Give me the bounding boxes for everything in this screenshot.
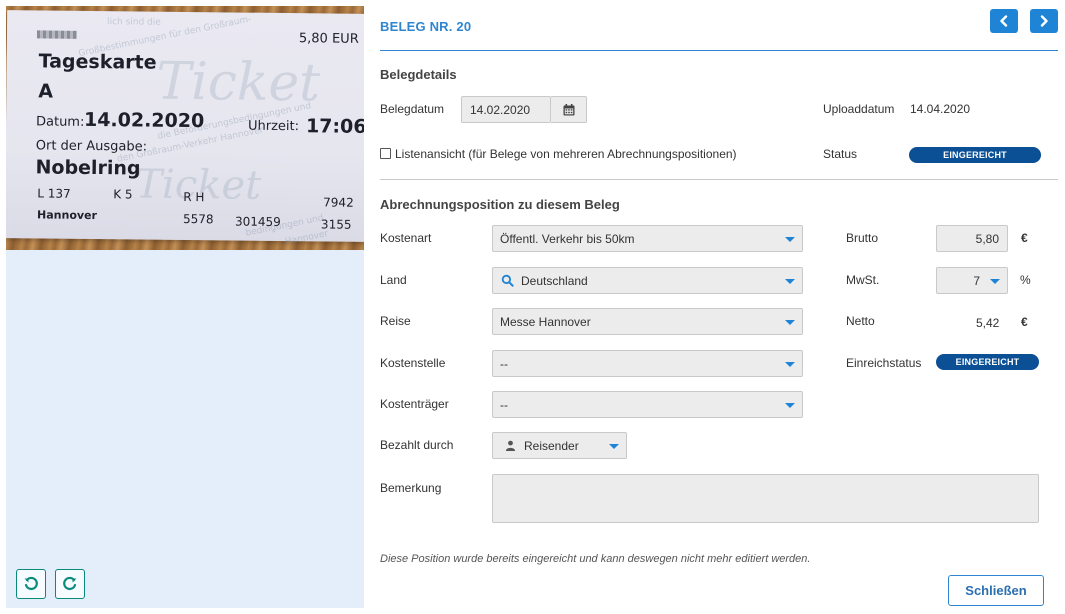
reise-label: Reise — [380, 314, 411, 328]
kostentraeger-value: -- — [500, 397, 508, 412]
mwst-percent: % — [1020, 273, 1031, 287]
mwst-select[interactable]: 7 — [936, 267, 1008, 294]
receipt-form-pane: BELEG NR. 20 Belegdetails Belegdatum 14.… — [380, 0, 1058, 614]
bemerkung-textarea[interactable] — [492, 474, 1039, 523]
rotate-left-button[interactable] — [16, 569, 46, 599]
status-badge: EINGEREICHT — [909, 147, 1041, 163]
kostentraeger-label: Kostenträger — [380, 397, 449, 411]
kostenart-label: Kostenart — [380, 231, 432, 245]
chevron-down-icon — [785, 362, 795, 367]
bezahlt-durch-label: Bezahlt durch — [380, 438, 454, 452]
ticket-blurred-text — [36, 26, 77, 40]
ticket-code: L 137 — [37, 186, 71, 201]
ticket-code: 301459 — [234, 214, 281, 229]
ticket-code: 3155 — [320, 217, 352, 232]
close-button[interactable]: Schließen — [948, 575, 1044, 606]
uploaddatum-label: Uploaddatum — [823, 102, 895, 116]
chevron-down-icon — [785, 237, 795, 242]
read-only-note: Diese Position wurde bereits eingereicht… — [380, 553, 811, 565]
einreichstatus-label: Einreichstatus — [846, 356, 922, 370]
ticket-issue-label: Ort der Ausgabe: — [35, 138, 148, 155]
brutto-label: Brutto — [846, 231, 879, 245]
ticket-type: Tageskarte — [38, 50, 157, 74]
land-select[interactable]: Deutschland — [492, 267, 803, 294]
ticket-code: R H — [183, 189, 205, 205]
uploaddatum-value: 14.04.2020 — [910, 102, 971, 116]
chevron-down-icon — [609, 444, 619, 449]
ticket-city: Hannover — [36, 208, 98, 223]
receipt-photo: Ticket Ticket lich sind die Großbestimmu… — [6, 6, 364, 250]
land-label: Land — [380, 273, 407, 287]
reise-select[interactable]: Messe Hannover — [492, 308, 803, 335]
belegdetails-heading: Belegdetails — [380, 67, 457, 82]
status-label: Status — [823, 147, 858, 161]
ticket-time-value: 17:06 — [305, 115, 364, 138]
rotate-right-button[interactable] — [55, 569, 85, 599]
chevron-down-icon — [785, 320, 795, 325]
ticket-code: K 5 — [113, 187, 133, 202]
user-icon — [503, 439, 517, 453]
listenansicht-label[interactable]: Listenansicht (für Belege von mehreren A… — [395, 147, 737, 161]
kostentraeger-select[interactable]: -- — [492, 391, 803, 418]
rotate-cw-icon — [63, 576, 77, 591]
calendar-icon — [563, 103, 574, 115]
kostenart-select[interactable]: Öffentl. Verkehr bis 50km — [492, 225, 803, 252]
ticket-date-label: Datum: — [35, 114, 85, 130]
previous-receipt-button[interactable] — [990, 9, 1018, 33]
calendar-button[interactable] — [551, 96, 587, 123]
ticket-zone: A — [38, 80, 54, 103]
brutto-input[interactable]: 5,80 — [936, 225, 1008, 252]
search-icon — [500, 274, 514, 288]
header-divider — [380, 50, 1058, 51]
ticket-image: Ticket Ticket lich sind die Großbestimmu… — [6, 10, 364, 247]
ticket-date-value: 14.02.2020 — [83, 108, 205, 133]
kostenstelle-label: Kostenstelle — [380, 356, 446, 370]
rotate-ccw-icon — [24, 576, 38, 591]
listenansicht-checkbox[interactable] — [380, 148, 391, 159]
chevron-left-icon — [1000, 15, 1008, 27]
receipt-dialog: Ticket Ticket lich sind die Großbestimmu… — [0, 0, 1065, 614]
kostenart-value: Öffentl. Verkehr bis 50km — [500, 231, 635, 246]
netto-label: Netto — [846, 314, 875, 328]
receipt-image-pane: Ticket Ticket lich sind die Großbestimmu… — [6, 6, 364, 608]
section-divider — [380, 179, 1058, 180]
land-value: Deutschland — [521, 273, 588, 288]
reise-value: Messe Hannover — [500, 314, 591, 329]
ticket-issue-place: Nobelring — [35, 156, 141, 180]
belegdatum-label: Belegdatum — [380, 102, 445, 116]
ticket-fine-print: Hannover — [284, 229, 330, 248]
ticket-fine-print: lich sind die — [107, 17, 161, 28]
ticket-price: 5,80 EUR — [298, 31, 359, 47]
brutto-currency: € — [1021, 231, 1028, 245]
belegdatum-input[interactable]: 14.02.2020 — [461, 96, 551, 123]
dialog-title: BELEG NR. 20 — [380, 19, 472, 34]
abrechnung-heading: Abrechnungsposition zu diesem Beleg — [380, 197, 620, 212]
kostenstelle-value: -- — [500, 356, 508, 371]
ticket-code: 5578 — [182, 211, 214, 227]
mwst-value: 7 — [973, 273, 980, 288]
bemerkung-label: Bemerkung — [380, 481, 442, 495]
chevron-down-icon — [785, 279, 795, 284]
kostenstelle-select[interactable]: -- — [492, 350, 803, 377]
netto-currency: € — [1021, 315, 1028, 329]
einreichstatus-badge: EINGEREICHT — [936, 354, 1039, 370]
bezahlt-durch-value: Reisender — [524, 438, 579, 453]
mwst-label: MwSt. — [846, 273, 880, 287]
chevron-down-icon — [785, 403, 795, 408]
chevron-right-icon — [1040, 15, 1048, 27]
next-receipt-button[interactable] — [1030, 9, 1058, 33]
ticket-code: 7942 — [323, 195, 354, 210]
chevron-down-icon — [990, 279, 1000, 284]
ticket-time-label: Uhrzeit: — [247, 118, 300, 135]
netto-value: 5,42 — [976, 316, 1000, 330]
bezahlt-durch-select[interactable]: Reisender — [492, 432, 627, 459]
